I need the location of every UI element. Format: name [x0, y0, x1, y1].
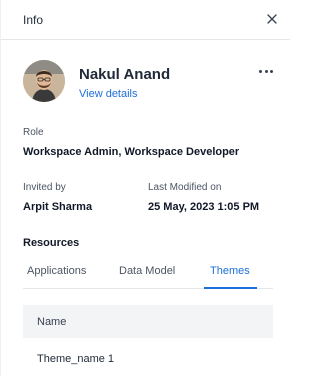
close-icon	[267, 14, 277, 24]
close-button[interactable]	[265, 12, 279, 26]
role-value: Workspace Admin, Workspace Developer	[23, 146, 240, 158]
resources-title: Resources	[23, 237, 80, 249]
invited-by-value: Arpit Sharma	[23, 201, 93, 213]
last-modified-label: Last Modified on	[148, 182, 222, 193]
user-name: Nakul Anand	[79, 66, 171, 83]
panel-header: Info	[1, 0, 290, 40]
column-header-name: Name	[37, 316, 67, 328]
view-details-link[interactable]: View details	[79, 88, 138, 100]
table-cell-name: Theme_name 1	[37, 353, 115, 365]
tab-applications[interactable]: Applications	[27, 265, 86, 277]
more-horizontal-icon	[259, 70, 262, 73]
tab-data-model[interactable]: Data Model	[119, 265, 175, 277]
more-options-button[interactable]	[258, 64, 274, 78]
avatar	[23, 60, 65, 102]
last-modified-value: 25 May, 2023 1:05 PM	[148, 201, 260, 213]
invited-by-label: Invited by	[23, 182, 66, 193]
active-tab-indicator	[204, 287, 257, 289]
info-panel: Info Nakul Anand View details Role Works…	[0, 0, 290, 376]
role-label: Role	[23, 127, 44, 138]
tab-themes[interactable]: Themes	[210, 265, 250, 277]
table-row[interactable]: Theme_name 1	[23, 346, 273, 372]
panel-title: Info	[23, 13, 44, 27]
table-header: Name	[23, 305, 273, 338]
